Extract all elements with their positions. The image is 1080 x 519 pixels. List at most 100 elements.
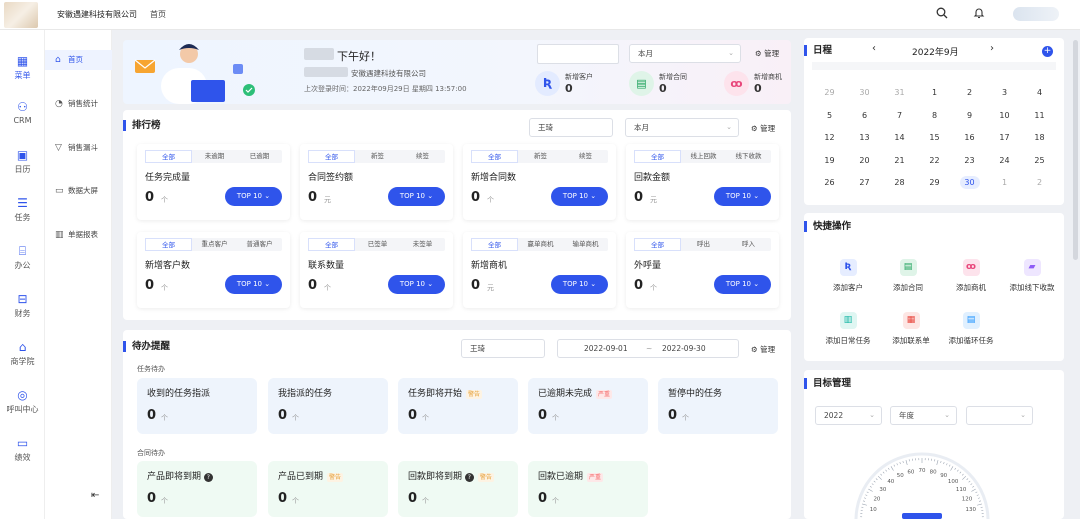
calendar-day[interactable]: 13 [847,133,882,142]
todo-manage-button[interactable]: ⚙ 管理 [751,344,775,355]
tab-option[interactable]: 已签单 [355,238,400,251]
top10-button[interactable]: TOP 10 ⌄ [225,275,282,294]
top10-button[interactable]: TOP 10 ⌄ [388,275,445,294]
tab-option[interactable]: 新签 [518,150,563,163]
nav-office[interactable]: ⌸ 办公 [0,244,45,271]
manage-button[interactable]: ⚙ 管理 [755,48,779,59]
calendar-day[interactable]: 17 [987,133,1022,142]
todo-item[interactable]: 暂停中的任务 0 个 [658,378,778,434]
subnav-sales-stats[interactable]: ◔ 销售统计 [45,94,112,114]
calendar-day[interactable]: 25 [1022,156,1057,165]
todo-item[interactable]: 收到的任务指派 0 个 [137,378,257,434]
top10-button[interactable]: TOP 10 ⌄ [551,187,608,206]
tab-option[interactable]: 未签单 [400,238,445,251]
calendar-day[interactable]: 1 [917,88,952,97]
subnav-home[interactable]: ⌂ 首页 [45,50,112,70]
calendar-day[interactable]: 10 [987,111,1022,120]
todo-item[interactable]: 回款即将到期 ? 警告 0 个 [398,461,518,517]
calendar-day[interactable]: 16 [952,133,987,142]
nav-academy[interactable]: ⌂ 商学院 [0,340,45,367]
tab-option[interactable]: 输单商机 [563,238,608,251]
top10-button[interactable]: TOP 10 ⌄ [551,275,608,294]
top10-button[interactable]: TOP 10 ⌄ [225,187,282,206]
tab-option[interactable]: 重点客户 [192,238,237,251]
calendar-day[interactable]: 21 [882,156,917,165]
nav-crm[interactable]: ⚇ CRM [0,100,45,125]
calendar-day[interactable]: 2 [1022,178,1057,187]
calendar-day[interactable]: 2 [952,88,987,97]
todo-item[interactable]: 产品即将到期 ? 0 个 [137,461,257,517]
subnav-sales-funnel[interactable]: ▽ 销售漏斗 [45,138,112,158]
add-daily-task-button[interactable]: ▥ 添加日常任务 [813,312,883,346]
bell-icon[interactable] [971,7,987,23]
calendar-day[interactable]: 18 [1022,133,1057,142]
calendar-day[interactable]: 19 [812,156,847,165]
add-offline-payment-button[interactable]: ▰ 添加线下收款 [996,259,1068,293]
calendar-day[interactable]: 3 [987,88,1022,97]
nav-finance[interactable]: ⊟ 财务 [0,292,45,319]
prev-month-icon[interactable]: ‹ [872,43,876,54]
goal-type-select[interactable]: ⌄ [966,406,1033,425]
collapse-icon[interactable]: ⇤ [91,490,99,501]
nav-performance[interactable]: ▭ 绩效 [0,436,45,463]
tab-option[interactable]: 线上回款 [681,150,726,163]
tab-option[interactable]: 未逾期 [192,150,237,163]
tab-all[interactable]: 全部 [308,150,355,163]
nav-task[interactable]: ☰ 任务 [0,196,45,223]
help-icon[interactable]: ? [464,473,474,482]
period-select[interactable]: 本月 ⌄ [629,44,741,63]
calendar-day[interactable]: 30 [847,88,882,97]
tab-all[interactable]: 全部 [471,150,518,163]
tab-option[interactable]: 呼出 [681,238,726,251]
calendar-day[interactable]: 12 [812,133,847,142]
calendar-day[interactable]: 11 [1022,111,1057,120]
subnav-report[interactable]: ▥ 单据报表 [45,225,112,245]
user-avatar[interactable] [1013,7,1059,21]
todo-item[interactable]: 已逾期未完成 严重 0 个 [528,378,648,434]
ranking-manage-button[interactable]: ⚙ 管理 [751,123,775,134]
ranking-person-select[interactable]: 王琦 [529,118,613,137]
tab-all[interactable]: 全部 [308,238,355,251]
calendar-day[interactable]: 14 [882,133,917,142]
calendar-day[interactable]: 30 [959,176,980,189]
todo-person-select[interactable]: 王琦 [461,339,545,358]
help-icon[interactable]: ? [203,473,213,482]
calendar-day[interactable]: 29 [917,178,952,187]
todo-date-range[interactable]: 2022-09-01 ~ 2022-09-30 [557,339,739,358]
goal-year-select[interactable]: 2022 ⌄ [815,406,882,425]
ranking-period-select[interactable]: 本月 ⌄ [625,118,739,137]
todo-item[interactable]: 产品已到期 警告 0 个 [268,461,388,517]
calendar-day[interactable]: 20 [847,156,882,165]
add-contract-button[interactable]: ▤ 添加合同 [873,259,943,293]
page-scrollbar[interactable] [1073,40,1078,260]
tab-all[interactable]: 全部 [145,238,192,251]
calendar-day[interactable]: 24 [987,156,1022,165]
tab-all[interactable]: 全部 [634,150,681,163]
calendar-day[interactable]: 23 [952,156,987,165]
top10-button[interactable]: TOP 10 ⌄ [714,275,771,294]
tab-all[interactable]: 全部 [145,150,192,163]
calendar-day[interactable]: 4 [1022,88,1057,97]
calendar-day[interactable]: 7 [882,111,917,120]
calendar-day[interactable]: 6 [847,111,882,120]
add-event-icon[interactable]: + [1042,46,1053,57]
tab-option[interactable]: 已逾期 [237,150,282,163]
calendar-day[interactable]: 15 [917,133,952,142]
top10-button[interactable]: TOP 10 ⌄ [388,187,445,206]
goal-period-select[interactable]: 年度 ⌄ [890,406,957,425]
next-month-icon[interactable]: › [990,43,994,54]
person-filter[interactable] [537,44,619,64]
calendar-day[interactable]: 29 [812,88,847,97]
calendar-day[interactable]: 31 [882,88,917,97]
tab-option[interactable]: 续签 [563,150,608,163]
tab-option[interactable]: 普通客户 [237,238,282,251]
calendar-day[interactable]: 22 [917,156,952,165]
nav-menu[interactable]: ▦ 菜单 [0,54,45,81]
top10-button[interactable]: TOP 10 ⌄ [714,187,771,206]
search-icon[interactable] [934,7,950,23]
tab-option[interactable]: 赢单商机 [518,238,563,251]
add-loop-task-button[interactable]: ▤ 添加循环任务 [936,312,1006,346]
calendar-day[interactable]: 27 [847,178,882,187]
calendar-day[interactable]: 28 [882,178,917,187]
tab-all[interactable]: 全部 [471,238,518,251]
